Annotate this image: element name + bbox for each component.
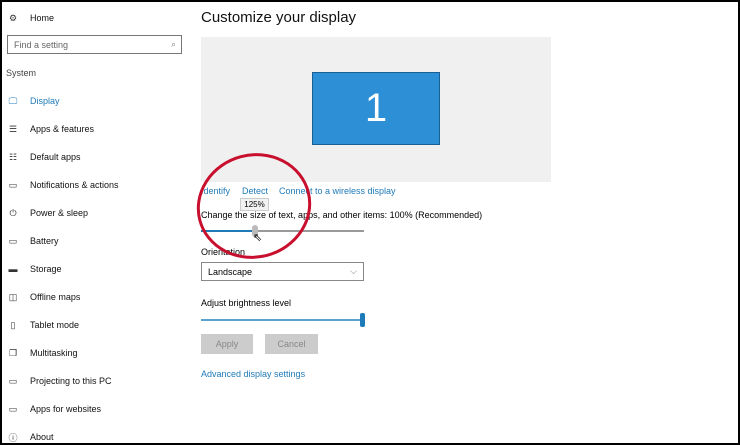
annotation-circle [196, 153, 312, 259]
settings-window: ⚙ Home Find a setting ⌕ System 🖵 Display ☰… [2, 2, 738, 443]
